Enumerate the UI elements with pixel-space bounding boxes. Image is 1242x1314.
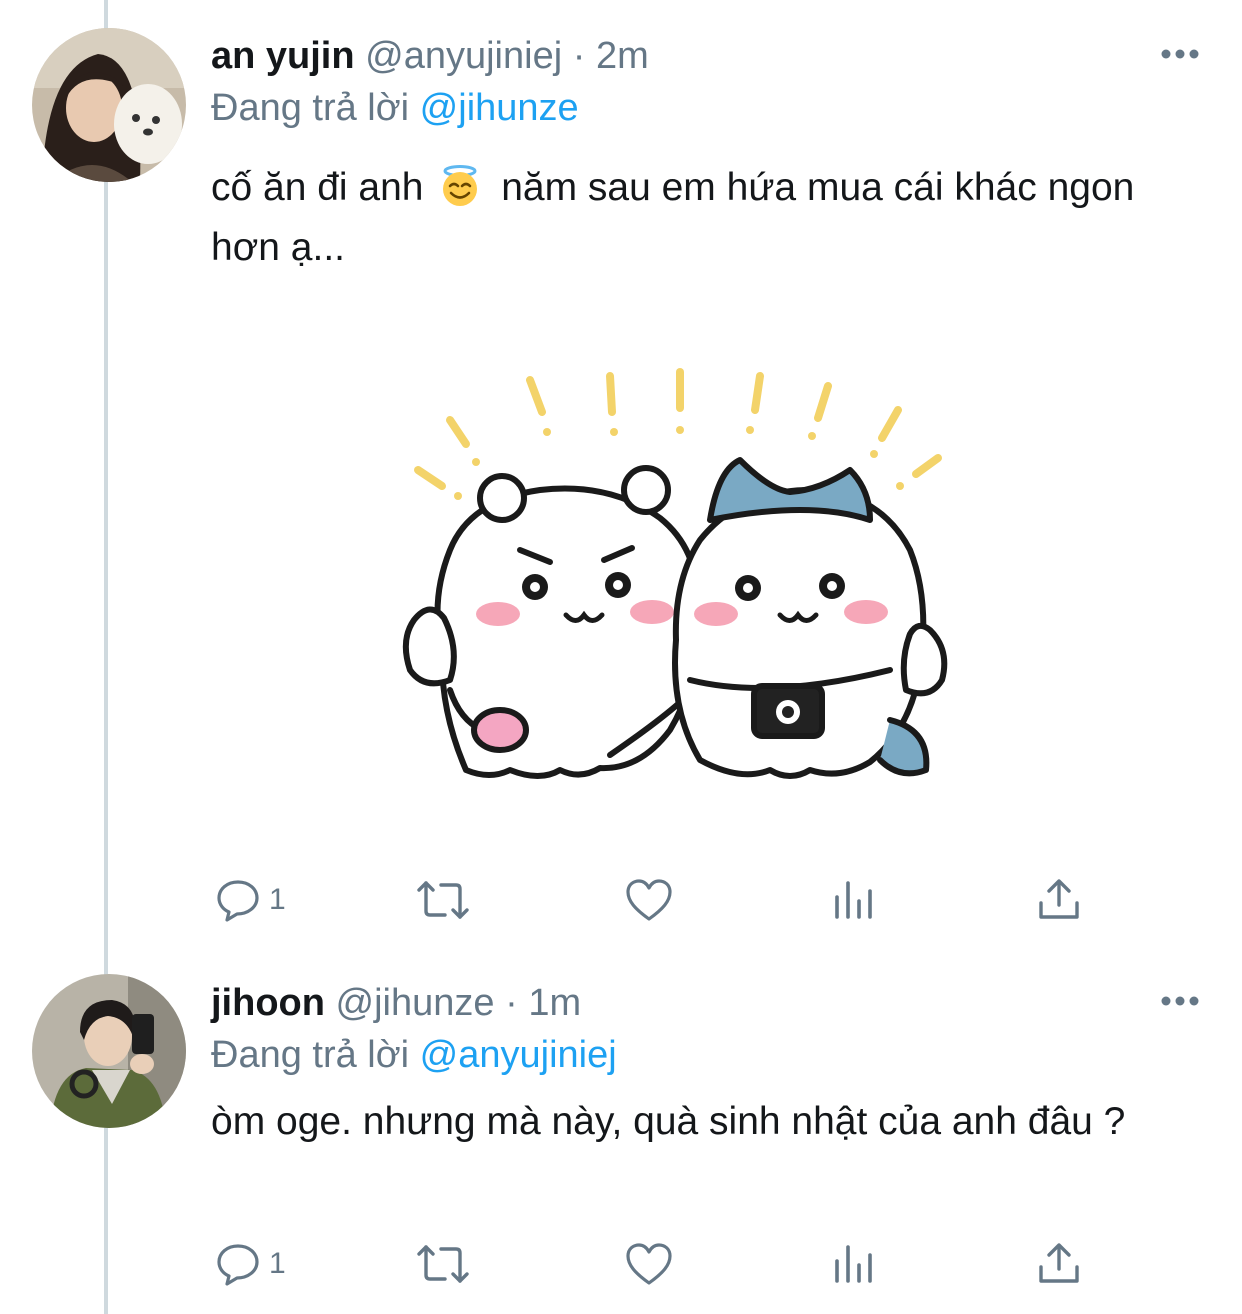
timestamp[interactable]: 1m [528, 982, 581, 1024]
mention-link[interactable]: @anyujiniej [420, 1034, 617, 1076]
heart-icon [626, 1243, 672, 1285]
share-button[interactable] [1037, 1234, 1081, 1294]
heart-icon [626, 879, 672, 921]
retweet-icon [417, 881, 469, 919]
tweet-header: an yujin @anyujiniej · 2m [211, 33, 649, 79]
tweet-text-part: cố ăn đi anh [211, 166, 424, 209]
share-icon [1039, 1243, 1079, 1283]
display-name[interactable]: jihoon [211, 982, 325, 1024]
tweet-text: cố ăn đi anh năm sau em hứa mua cái khác… [211, 158, 1191, 278]
smiling-face-with-halo-icon [438, 164, 482, 208]
retweet-button[interactable] [415, 870, 471, 930]
mention-link[interactable]: @jihunze [420, 87, 579, 129]
tweet-actions: 1 [211, 870, 1111, 930]
reply-count: 1 [269, 1247, 286, 1280]
reply-icon [217, 880, 259, 922]
user-handle[interactable]: @anyujiniej [365, 35, 562, 77]
replying-to: Đang trả lời @jihunze [211, 85, 579, 131]
display-name[interactable]: an yujin [211, 35, 355, 77]
tweet-header: jihoon @jihunze · 1m [211, 980, 581, 1026]
more-options-icon[interactable] [1160, 47, 1200, 61]
tweet-actions: 1 [211, 1234, 1111, 1294]
like-button[interactable] [625, 1234, 673, 1294]
bar-chart-icon [835, 881, 872, 919]
tweet[interactable]: an yujin @anyujiniej · 2m Đang trả lời @… [0, 0, 1242, 950]
replying-to-label: Đang trả lời [211, 87, 410, 129]
reply-button[interactable]: 1 [215, 1234, 286, 1294]
separator-dot: · [572, 35, 586, 77]
analytics-button[interactable] [831, 1234, 875, 1294]
user-handle[interactable]: @jihunze [336, 982, 495, 1024]
bar-chart-icon [835, 1245, 872, 1283]
separator-dot: · [505, 982, 518, 1024]
tweet[interactable]: jihoon @jihunze · 1m Đang trả lời @anyuj… [0, 950, 1242, 1314]
retweet-icon [417, 1245, 469, 1283]
share-icon [1039, 879, 1079, 919]
tweet-text: òm oge. nhưng mà này, quà sinh nhật của … [211, 1100, 1126, 1143]
like-button[interactable] [625, 870, 673, 930]
avatar[interactable] [32, 28, 186, 182]
sticker-image[interactable] [370, 350, 990, 820]
replying-to-label: Đang trả lời [211, 1034, 410, 1076]
retweet-button[interactable] [415, 1234, 471, 1294]
reply-button[interactable]: 1 [215, 870, 286, 930]
more-options-icon[interactable] [1160, 994, 1200, 1008]
avatar[interactable] [32, 974, 186, 1128]
reply-icon [217, 1244, 259, 1286]
replying-to: Đang trả lời @anyujiniej [211, 1032, 617, 1078]
analytics-button[interactable] [831, 870, 875, 930]
reply-count: 1 [269, 883, 286, 916]
share-button[interactable] [1037, 870, 1081, 930]
timestamp[interactable]: 2m [596, 35, 649, 77]
